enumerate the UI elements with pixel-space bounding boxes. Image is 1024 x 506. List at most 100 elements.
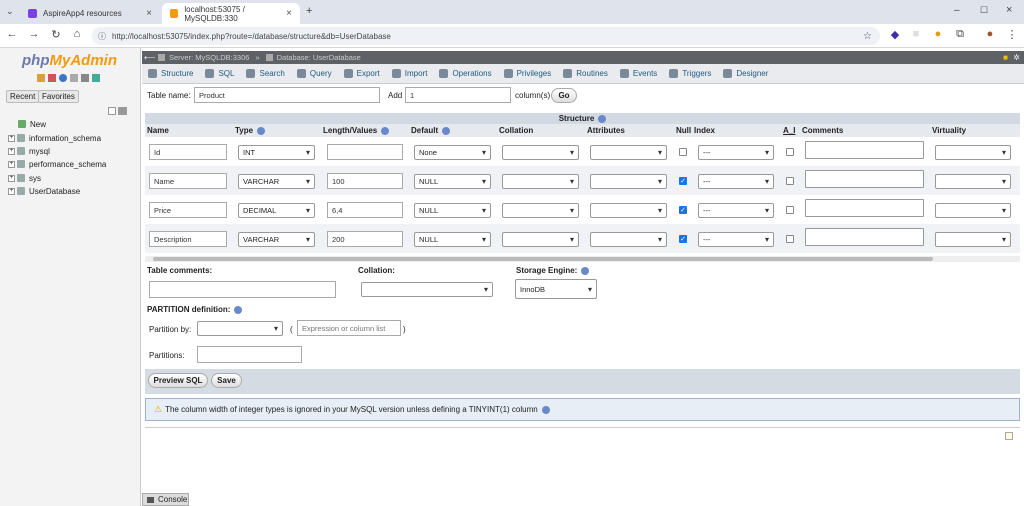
column-index-select[interactable]: --- bbox=[698, 203, 774, 218]
expand-icon[interactable]: + bbox=[8, 134, 15, 142]
breadcrumb-database[interactable]: Database: UserDatabase bbox=[277, 53, 361, 62]
column-virtuality-select[interactable] bbox=[935, 232, 1011, 247]
maximize-icon[interactable]: ☐ bbox=[980, 5, 988, 16]
table-name-input[interactable]: Product bbox=[194, 87, 380, 103]
tab-sql[interactable]: SQL bbox=[199, 64, 240, 84]
phpmyadmin-logo[interactable]: phpMyAdmin bbox=[22, 52, 117, 69]
column-name-input[interactable]: Id bbox=[149, 144, 227, 160]
null-checkbox[interactable]: ✓ bbox=[679, 177, 687, 185]
close-icon[interactable]: × bbox=[146, 8, 152, 19]
column-length-input[interactable]: 100 bbox=[327, 173, 403, 189]
null-checkbox[interactable]: ✓ bbox=[679, 206, 687, 214]
auto-increment-checkbox[interactable] bbox=[786, 148, 794, 156]
column-collation-select[interactable] bbox=[502, 174, 579, 189]
column-name-input[interactable]: Price bbox=[149, 202, 227, 218]
partition-expression-input[interactable]: Expression or column list bbox=[297, 320, 401, 336]
window-close-icon[interactable]: × bbox=[1006, 4, 1012, 16]
column-comments-textarea[interactable] bbox=[805, 141, 924, 159]
expand-icon[interactable]: + bbox=[8, 187, 15, 195]
partition-by-select[interactable] bbox=[197, 321, 283, 336]
tab-query[interactable]: Query bbox=[291, 64, 338, 84]
page-settings-icon[interactable] bbox=[1005, 432, 1013, 440]
link-icon[interactable] bbox=[118, 107, 127, 115]
tab-structure[interactable]: Structure bbox=[142, 64, 199, 84]
help-icon[interactable] bbox=[581, 266, 590, 275]
column-comments-textarea[interactable] bbox=[805, 199, 924, 217]
auto-increment-checkbox[interactable] bbox=[786, 235, 794, 243]
tab-phpmyadmin[interactable]: localhost:53075 / MySQLDB:330 × bbox=[162, 3, 300, 24]
site-info-icon[interactable]: ⓘ bbox=[98, 31, 106, 42]
minimize-icon[interactable]: – bbox=[954, 5, 960, 16]
collapse-all-icon[interactable] bbox=[108, 107, 116, 115]
auto-increment-checkbox[interactable] bbox=[786, 177, 794, 185]
column-virtuality-select[interactable] bbox=[935, 145, 1011, 160]
help-icon[interactable] bbox=[257, 126, 266, 135]
column-default-select[interactable]: NULL bbox=[414, 203, 491, 218]
tab-privileges[interactable]: Privileges bbox=[498, 64, 558, 84]
docs-icon[interactable] bbox=[70, 74, 78, 82]
tab-designer[interactable]: Designer bbox=[717, 64, 774, 84]
sidebar-item-performance-schema[interactable]: + performance_schema bbox=[8, 158, 106, 170]
console-tab[interactable]: Console bbox=[142, 493, 189, 506]
logout-icon[interactable] bbox=[48, 74, 56, 82]
column-type-select[interactable]: VARCHAR bbox=[238, 232, 315, 247]
sidebar-item-information-schema[interactable]: + information_schema bbox=[8, 132, 101, 144]
help-icon[interactable] bbox=[234, 305, 243, 314]
reload-nav-icon[interactable] bbox=[92, 74, 100, 82]
home-icon[interactable]: ⌂ bbox=[70, 28, 84, 40]
expand-icon[interactable]: + bbox=[8, 160, 15, 168]
help-icon[interactable] bbox=[59, 74, 67, 82]
scrollbar-thumb[interactable] bbox=[153, 257, 933, 261]
horizontal-scrollbar[interactable] bbox=[145, 256, 1020, 262]
column-attributes-select[interactable] bbox=[590, 174, 667, 189]
column-attributes-select[interactable] bbox=[590, 203, 667, 218]
browser-menu-icon[interactable]: ⋮ bbox=[1005, 28, 1019, 41]
column-name-input[interactable]: Name bbox=[149, 173, 227, 189]
storage-engine-select[interactable]: InnoDB bbox=[515, 279, 597, 299]
auto-increment-checkbox[interactable] bbox=[786, 206, 794, 214]
table-comments-input[interactable] bbox=[149, 281, 336, 298]
new-tab-button[interactable]: + bbox=[306, 5, 312, 17]
settings-gear-icon[interactable]: ✲ bbox=[1013, 53, 1020, 62]
tab-export[interactable]: Export bbox=[338, 64, 386, 84]
bookmark-star-icon[interactable]: ☆ bbox=[863, 31, 872, 42]
help-icon[interactable] bbox=[381, 126, 390, 135]
column-collation-select[interactable] bbox=[502, 232, 579, 247]
save-button[interactable]: Save bbox=[211, 373, 242, 388]
extensions-puzzle-icon[interactable]: ⧉ bbox=[953, 28, 967, 41]
address-bar[interactable]: ⓘ http://localhost:53075/index.php?route… bbox=[92, 27, 880, 45]
expand-icon[interactable]: + bbox=[8, 174, 15, 182]
sidebar-item-sys[interactable]: + sys bbox=[8, 172, 41, 184]
column-type-select[interactable]: VARCHAR bbox=[238, 174, 315, 189]
extension-icon[interactable]: ● bbox=[931, 28, 945, 40]
close-icon[interactable]: × bbox=[286, 8, 292, 19]
help-icon[interactable] bbox=[541, 405, 550, 414]
column-virtuality-select[interactable] bbox=[935, 203, 1011, 218]
favorites-button[interactable]: Favorites bbox=[38, 90, 79, 103]
column-length-input[interactable]: 200 bbox=[327, 231, 403, 247]
tab-events[interactable]: Events bbox=[614, 64, 663, 84]
null-checkbox[interactable]: ✓ bbox=[679, 235, 687, 243]
tab-operations[interactable]: Operations bbox=[433, 64, 497, 84]
extension-icon[interactable]: ◆ bbox=[888, 28, 902, 41]
column-collation-select[interactable] bbox=[502, 203, 579, 218]
profile-avatar[interactable]: ● bbox=[983, 28, 997, 40]
back-icon[interactable]: ← bbox=[5, 28, 19, 40]
add-columns-input[interactable]: 1 bbox=[405, 87, 511, 103]
column-default-select[interactable]: None bbox=[414, 145, 491, 160]
tab-triggers[interactable]: Triggers bbox=[663, 64, 717, 84]
tab-aspire[interactable]: AspireApp4 resources × bbox=[20, 3, 160, 24]
help-icon[interactable] bbox=[598, 114, 607, 123]
breadcrumb-server[interactable]: Server: MySQLDB:3306 bbox=[169, 53, 249, 62]
column-default-select[interactable]: NULL bbox=[414, 174, 491, 189]
tab-search[interactable]: Search bbox=[240, 64, 290, 84]
tab-search-icon[interactable]: ⌄ bbox=[6, 6, 14, 17]
column-default-select[interactable]: NULL bbox=[414, 232, 491, 247]
expand-icon[interactable]: + bbox=[8, 147, 15, 155]
column-attributes-select[interactable] bbox=[590, 232, 667, 247]
table-collation-select[interactable] bbox=[361, 282, 493, 297]
column-index-select[interactable]: --- bbox=[698, 145, 774, 160]
preview-sql-button[interactable]: Preview SQL bbox=[148, 373, 208, 388]
tab-routines[interactable]: Routines bbox=[557, 64, 614, 84]
column-length-input[interactable] bbox=[327, 144, 403, 160]
